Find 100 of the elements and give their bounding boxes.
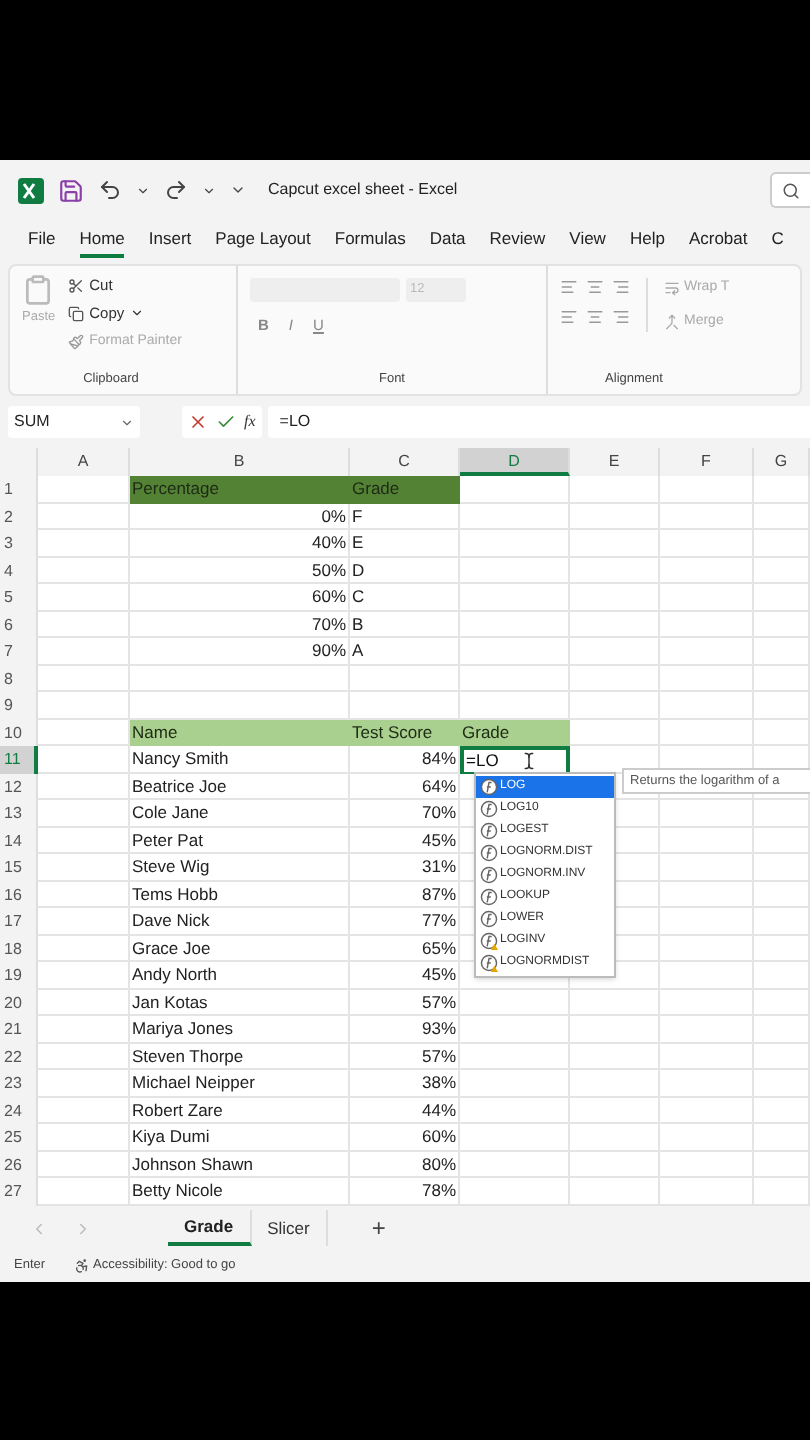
- row-header[interactable]: 14: [0, 827, 38, 854]
- paintbrush-icon: [67, 333, 84, 350]
- table-cell: 0%: [130, 503, 350, 530]
- empty-cell: [460, 1124, 570, 1151]
- ribbon-tab[interactable]: Page Layout: [215, 226, 311, 258]
- empty-cell: [660, 1070, 754, 1097]
- empty-cell: [460, 638, 570, 665]
- empty-cell: [754, 908, 810, 935]
- name-box[interactable]: SUM: [8, 406, 140, 438]
- row-header[interactable]: 7: [0, 638, 38, 665]
- ribbon-tab[interactable]: C: [771, 226, 784, 258]
- table-cell: 57%: [350, 1043, 460, 1070]
- ribbon-tab[interactable]: File: [28, 226, 56, 258]
- row-header[interactable]: 23: [0, 1070, 38, 1097]
- caret-icon[interactable]: [136, 183, 150, 197]
- clipboard-icon: [22, 274, 55, 306]
- empty-cell: [754, 1070, 810, 1097]
- row-header[interactable]: 18: [0, 935, 38, 962]
- row-header[interactable]: 27: [0, 1178, 38, 1205]
- row-header[interactable]: 4: [0, 557, 38, 584]
- function-icon: [480, 866, 498, 884]
- table-cell: 38%: [350, 1070, 460, 1097]
- row-header[interactable]: 20: [0, 989, 38, 1016]
- add-sheet-button[interactable]: +: [371, 1210, 386, 1246]
- sheet-tab[interactable]: Slicer: [251, 1210, 328, 1246]
- empty-cell: [350, 665, 460, 692]
- confirm-icon[interactable]: [216, 412, 236, 432]
- empty-cell: [660, 638, 754, 665]
- column-header[interactable]: E: [570, 448, 660, 476]
- header-cell: Test Score: [350, 719, 460, 746]
- empty-cell: [754, 476, 810, 503]
- column-header[interactable]: G: [754, 448, 810, 476]
- sheet-tab[interactable]: Grade: [168, 1210, 252, 1246]
- function-icon: [480, 800, 498, 818]
- row-header[interactable]: 5: [0, 584, 38, 611]
- previous-sheet-icon[interactable]: [30, 1219, 48, 1237]
- save-icon[interactable]: [58, 177, 84, 203]
- formula-input[interactable]: =LO: [267, 406, 810, 438]
- table-cell: Dave Nick: [130, 908, 350, 935]
- table-cell: 70%: [130, 611, 350, 638]
- empty-cell: [754, 935, 810, 962]
- row-header[interactable]: 2: [0, 503, 38, 530]
- row-header[interactable]: 6: [0, 611, 38, 638]
- row-header[interactable]: 19: [0, 962, 38, 989]
- align-left-icon[interactable]: [560, 308, 578, 326]
- align-top-icon[interactable]: [560, 278, 578, 296]
- redo-icon[interactable]: [164, 178, 188, 202]
- row-header[interactable]: 26: [0, 1151, 38, 1178]
- ribbon-tab[interactable]: Data: [429, 226, 466, 258]
- empty-cell: [460, 989, 570, 1016]
- row-header[interactable]: 15: [0, 854, 38, 881]
- ribbon-tab[interactable]: Insert: [148, 226, 192, 258]
- align-bottom-icon[interactable]: [612, 278, 630, 296]
- row-header[interactable]: 17: [0, 908, 38, 935]
- customize-icon[interactable]: [230, 182, 246, 198]
- align-center-icon[interactable]: [586, 308, 604, 326]
- ribbon-tab[interactable]: View: [569, 226, 606, 258]
- ribbon-tab[interactable]: Formulas: [334, 226, 406, 258]
- empty-cell: [660, 1043, 754, 1070]
- row-header[interactable]: 3: [0, 530, 38, 557]
- empty-cell: [660, 503, 754, 530]
- row-header[interactable]: 12: [0, 773, 38, 800]
- row-header[interactable]: 16: [0, 881, 38, 908]
- empty-cell: [570, 1097, 660, 1124]
- search-field[interactable]: [770, 172, 810, 208]
- row-header[interactable]: 25: [0, 1124, 38, 1151]
- caret-icon: [130, 306, 145, 321]
- table-cell: 50%: [130, 557, 350, 584]
- ribbon-tab[interactable]: Acrobat: [688, 226, 748, 258]
- row-header[interactable]: 22: [0, 1043, 38, 1070]
- ribbon-tab[interactable]: Help: [629, 226, 665, 258]
- align-middle-icon[interactable]: [586, 278, 604, 296]
- align-right-icon[interactable]: [612, 308, 630, 326]
- row-header[interactable]: 21: [0, 1016, 38, 1043]
- table-cell: Tems Hobb: [130, 881, 350, 908]
- empty-cell: [754, 611, 810, 638]
- row-header[interactable]: 10: [0, 719, 38, 746]
- empty-cell: [570, 584, 660, 611]
- table-cell: Cole Jane: [130, 800, 350, 827]
- row-header[interactable]: 1: [0, 476, 38, 503]
- empty-cell: [754, 557, 810, 584]
- empty-cell: [660, 962, 754, 989]
- column-header[interactable]: F: [660, 448, 754, 476]
- next-sheet-icon[interactable]: [74, 1219, 92, 1237]
- function-warning-icon: [480, 954, 498, 972]
- table-cell: 60%: [130, 584, 350, 611]
- ribbon-tab[interactable]: Review: [489, 226, 546, 258]
- row-header[interactable]: 9: [0, 692, 38, 719]
- empty-cell: [754, 1151, 810, 1178]
- cancel-icon[interactable]: [188, 412, 208, 432]
- row-header[interactable]: 13: [0, 800, 38, 827]
- table-cell: 84%: [350, 746, 460, 773]
- caret-icon[interactable]: [202, 183, 216, 197]
- table-cell: 80%: [350, 1151, 460, 1178]
- row-header[interactable]: 24: [0, 1097, 38, 1124]
- empty-cell: [754, 827, 810, 854]
- undo-icon[interactable]: [98, 178, 122, 202]
- row-header[interactable]: 8: [0, 665, 38, 692]
- insert-function-button[interactable]: fx: [244, 410, 256, 434]
- ribbon-tab[interactable]: Home: [79, 226, 125, 258]
